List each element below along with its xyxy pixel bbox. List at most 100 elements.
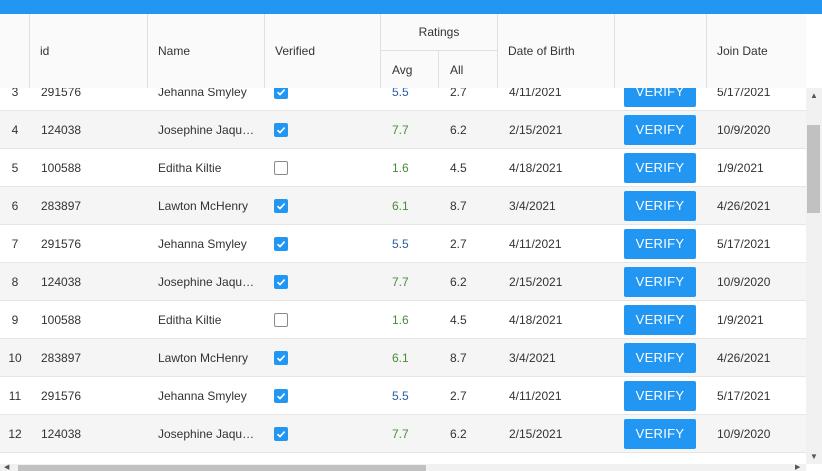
cell-join-date: 5/17/2021: [717, 88, 771, 99]
row-number: 8: [11, 274, 19, 289]
cell-avg: 6.1: [392, 198, 409, 213]
table-row[interactable]: 4 124038 Josephine Jaqu… 7.7 6.2 2/15/2021 VER…: [0, 111, 806, 149]
column-header-verified[interactable]: Verified: [265, 14, 381, 88]
verified-checkbox[interactable]: [274, 274, 288, 289]
cell-all: 6.2: [450, 122, 467, 137]
row-number: 6: [11, 198, 19, 213]
cell-all: 2.7: [450, 88, 467, 99]
cell-dob: 3/4/2021: [509, 350, 556, 365]
cell-name: Josephine Jaqu…: [158, 122, 255, 137]
arrow-up-icon[interactable]: ▲: [810, 91, 818, 100]
column-header-avg[interactable]: Avg: [381, 51, 439, 88]
verify-button[interactable]: VERIFY: [624, 152, 696, 183]
row-number: 9: [11, 312, 19, 327]
column-header-dob[interactable]: Date of Birth: [498, 14, 615, 88]
row-number: 4: [11, 122, 19, 137]
cell-verified: [274, 377, 294, 414]
cell-join-date: 1/9/2021: [717, 160, 764, 175]
verify-button[interactable]: VERIFY: [624, 380, 696, 411]
table-row[interactable]: 12 124038 Josephine Jaqu… 7.7 6.2 2/15/2021 VE…: [0, 415, 806, 453]
verified-checkbox[interactable]: [274, 350, 288, 365]
cell-name: Editha Kiltie: [158, 312, 222, 327]
table-row[interactable]: 5 100588 Editha Kiltie 1.6 4.5 4/18/2021 VERIF…: [0, 149, 806, 187]
cell-id: 100588: [41, 160, 82, 175]
row-number: 10: [8, 350, 22, 365]
grid-body: 3 291576 Jehanna Smyley 5.5 2.7 4/11/2021 VERI…: [0, 88, 806, 464]
verified-checkbox[interactable]: [274, 198, 288, 213]
arrow-left-icon[interactable]: ◀: [4, 463, 9, 471]
cell-join-date: 5/17/2021: [717, 388, 771, 403]
cell-avg: 7.7: [392, 274, 409, 289]
table-row[interactable]: 7 291576 Jehanna Smyley 5.5 2.7 4/11/2021 VERI…: [0, 225, 806, 263]
cell-verified: [274, 111, 294, 148]
verified-checkbox[interactable]: [274, 160, 288, 175]
grid-header: id Name Verified Ratings Avg All Date of…: [0, 14, 806, 89]
cell-verified: [274, 263, 294, 300]
cell-dob: 4/18/2021: [509, 160, 563, 175]
cell-id: 100588: [41, 312, 82, 327]
horizontal-scrollbar-thumb[interactable]: [18, 465, 426, 471]
cell-join-date: 4/26/2021: [717, 198, 771, 213]
column-header-all[interactable]: All: [439, 51, 497, 88]
verified-checkbox[interactable]: [274, 312, 288, 327]
verify-button[interactable]: VERIFY: [624, 342, 696, 373]
arrow-right-icon[interactable]: ▶: [795, 463, 800, 471]
table-row[interactable]: 3 291576 Jehanna Smyley 5.5 2.7 4/11/2021 VERI…: [0, 88, 806, 111]
cell-name: Lawton McHenry: [158, 198, 249, 213]
column-header-id[interactable]: id: [30, 14, 148, 88]
cell-verified: [274, 88, 294, 110]
verify-button[interactable]: VERIFY: [624, 190, 696, 221]
arrow-down-icon[interactable]: ▼: [810, 452, 818, 461]
cell-all: 4.5: [450, 160, 467, 175]
cell-verified: [274, 149, 294, 186]
verified-checkbox[interactable]: [274, 236, 288, 251]
cell-dob: 4/18/2021: [509, 312, 563, 327]
cell-action: VERIFY: [624, 339, 696, 376]
column-group-ratings-title: Ratings: [381, 14, 497, 51]
verify-button[interactable]: VERIFY: [624, 418, 696, 449]
column-header-verified-label: Verified: [275, 44, 316, 58]
table-row[interactable]: 6 283897 Lawton McHenry 6.1 8.7 3/4/2021 VERIF…: [0, 187, 806, 225]
verified-checkbox[interactable]: [274, 388, 288, 403]
cell-id: 291576: [41, 388, 82, 403]
verify-button[interactable]: VERIFY: [624, 304, 696, 335]
cell-action: VERIFY: [624, 415, 696, 452]
column-header-join-date[interactable]: Join Date: [707, 14, 806, 88]
column-header-name[interactable]: Name: [148, 14, 265, 88]
cell-all: 2.7: [450, 388, 467, 403]
cell-join-date: 5/17/2021: [717, 236, 771, 251]
cell-join-date: 4/26/2021: [717, 350, 771, 365]
cell-dob: 2/15/2021: [509, 426, 563, 441]
column-header-id-label: id: [40, 44, 50, 58]
row-number: 5: [11, 160, 19, 175]
cell-avg: 1.6: [392, 160, 409, 175]
cell-avg: 7.7: [392, 426, 409, 441]
verify-button[interactable]: VERIFY: [624, 88, 696, 107]
column-header-dob-label: Date of Birth: [508, 44, 575, 58]
column-header-join-date-label: Join Date: [717, 44, 768, 58]
verified-checkbox[interactable]: [274, 122, 288, 137]
column-header-action: [615, 14, 707, 88]
cell-all: 4.5: [450, 312, 467, 327]
cell-name: Editha Kiltie: [158, 160, 222, 175]
cell-name: Josephine Jaqu…: [158, 426, 255, 441]
verify-button[interactable]: VERIFY: [624, 266, 696, 297]
cell-action: VERIFY: [624, 301, 696, 338]
cell-id: 124038: [41, 274, 82, 289]
table-row[interactable]: 11 291576 Jehanna Smyley 5.5 2.7 4/11/2021 VER…: [0, 377, 806, 415]
cell-action: VERIFY: [624, 88, 696, 110]
cell-id: 124038: [41, 122, 82, 137]
cell-dob: 4/11/2021: [509, 88, 562, 99]
cell-join-date: 10/9/2020: [717, 274, 771, 289]
verified-checkbox[interactable]: [274, 88, 288, 99]
cell-id: 291576: [41, 236, 82, 251]
verified-checkbox[interactable]: [274, 426, 288, 441]
table-row[interactable]: 10 283897 Lawton McHenry 6.1 8.7 3/4/2021 VERI…: [0, 339, 806, 377]
verify-button[interactable]: VERIFY: [624, 114, 696, 145]
column-header-name-label: Name: [158, 44, 191, 58]
verify-button[interactable]: VERIFY: [624, 228, 696, 259]
table-row[interactable]: 8 124038 Josephine Jaqu… 7.7 6.2 2/15/2021 VER…: [0, 263, 806, 301]
table-row[interactable]: 9 100588 Editha Kiltie 1.6 4.5 4/18/2021 VERIF…: [0, 301, 806, 339]
row-number: 3: [11, 88, 19, 99]
vertical-scrollbar-thumb[interactable]: [807, 125, 820, 213]
